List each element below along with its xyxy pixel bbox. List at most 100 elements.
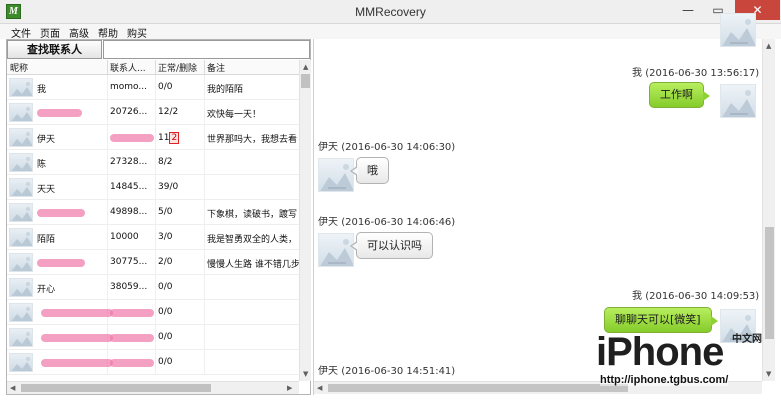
- minimize-button[interactable]: —: [674, 0, 702, 20]
- contact-note: 世界那吗大，我想去看: [207, 135, 298, 145]
- menu-buy[interactable]: 购买: [127, 25, 147, 40]
- contact-id: 20726...: [110, 107, 148, 117]
- landscape-placeholder-icon: [11, 207, 32, 221]
- find-contact-button[interactable]: 查找联系人: [7, 40, 102, 59]
- contact-id: 27328...: [110, 157, 148, 167]
- avatar-image: [9, 128, 33, 147]
- contacts-vertical-scrollbar[interactable]: ▲ ▼: [299, 60, 311, 381]
- redaction-mark: [110, 334, 154, 342]
- avatar-image: [9, 253, 33, 272]
- message-sender: 我 (2016-06-30 14:09:53): [632, 291, 760, 302]
- redaction-mark: [41, 359, 113, 367]
- contact-nickname: 陈: [37, 160, 47, 170]
- message-bubble[interactable]: 工作啊: [649, 82, 710, 108]
- redaction-mark: [41, 334, 113, 342]
- contacts-horizontal-scrollbar[interactable]: ◀ ▶: [7, 381, 299, 394]
- contact-note: 欢快每一天！: [207, 110, 262, 120]
- column-header-nickname[interactable]: 昵称: [10, 61, 105, 74]
- scroll-up-arrow-icon[interactable]: ▲: [303, 62, 308, 72]
- contacts-pane: 查找联系人 昵称 联系人... 正常/删除 备注 我 momo... 0/0 我的陌陌…: [6, 39, 311, 395]
- table-row[interactable]: 伊天 11 2 世界那吗大，我想去看: [7, 125, 299, 150]
- message-count: 0/0: [158, 282, 173, 292]
- contact-nickname: 我: [37, 85, 47, 95]
- contact-note: 慢慢人生路 谁不错几步: [207, 260, 299, 270]
- table-row[interactable]: 陈 27328... 8/2: [7, 150, 299, 175]
- message-sender: 伊天 (2016-06-30 14:06:30): [318, 142, 456, 153]
- table-row[interactable]: 0/0: [7, 325, 299, 350]
- table-row[interactable]: 30775... 2/0 慢慢人生路 谁不错几步: [7, 250, 299, 275]
- landscape-placeholder-icon: [11, 232, 32, 246]
- scrollbar-thumb[interactable]: [21, 384, 211, 392]
- watermark-url: http://iphone.tgbus.com/: [600, 374, 729, 386]
- contact-id: momo...: [110, 82, 147, 92]
- scroll-left-arrow-icon[interactable]: ◀: [317, 383, 322, 393]
- scrollbar-thumb[interactable]: [765, 227, 774, 339]
- message-bubble[interactable]: 哦: [350, 157, 389, 184]
- count-deleted-highlight: 2: [169, 132, 180, 144]
- landscape-placeholder-icon: [11, 182, 32, 196]
- avatar-image: [9, 153, 33, 172]
- table-header: 昵称 联系人... 正常/删除 备注: [7, 60, 299, 75]
- avatar-image: [9, 228, 33, 247]
- message-count: 0/0: [158, 357, 173, 367]
- redaction-mark: [37, 209, 85, 217]
- redaction-mark: [110, 309, 154, 317]
- menu-advanced[interactable]: 高级: [69, 25, 89, 40]
- avatar-image: [9, 353, 33, 372]
- message-count: 3/0: [158, 232, 173, 242]
- landscape-placeholder-icon: [320, 164, 353, 191]
- landscape-placeholder-icon: [11, 82, 32, 96]
- menu-help[interactable]: 帮助: [98, 25, 118, 40]
- scroll-up-arrow-icon[interactable]: ▲: [766, 41, 771, 51]
- contact-id: 14845...: [110, 182, 148, 192]
- scrollbar-thumb[interactable]: [328, 384, 628, 392]
- table-row[interactable]: 20726... 12/2 欢快每一天！: [7, 100, 299, 125]
- message-bubble[interactable]: 可以认识吗: [350, 232, 433, 259]
- contact-note: 我的陌陌: [207, 85, 244, 95]
- message-count: 12/2: [158, 107, 179, 117]
- message-count: 0/0: [158, 307, 173, 317]
- column-header-count[interactable]: 正常/删除: [158, 61, 206, 74]
- landscape-placeholder-icon: [722, 19, 755, 46]
- contact-id: 49898...: [110, 207, 148, 217]
- menu-file[interactable]: 文件: [11, 25, 31, 40]
- menu-bar: 文件 页面 高级 帮助 购买: [0, 24, 781, 40]
- message-sender: 伊天 (2016-06-30 14:51:41): [318, 366, 456, 377]
- contact-note: 下象棋，读破书，踱写: [207, 210, 298, 220]
- scroll-right-arrow-icon[interactable]: ▶: [287, 383, 292, 393]
- table-row[interactable]: 陌陌 10000 3/0 我是智勇双全的人类，: [7, 225, 299, 250]
- avatar-image: [9, 203, 33, 222]
- message-count: 0/0: [158, 332, 173, 342]
- column-header-contact[interactable]: 联系人...: [110, 61, 155, 74]
- scrollbar-thumb[interactable]: [301, 74, 310, 88]
- avatar-image: [9, 328, 33, 347]
- table-row[interactable]: 我 momo... 0/0 我的陌陌: [7, 75, 299, 100]
- message-count: 11 2: [158, 132, 203, 144]
- landscape-placeholder-icon: [320, 239, 353, 266]
- watermark-logo-cn: 中文网: [732, 334, 762, 345]
- column-header-note[interactable]: 备注: [207, 61, 297, 74]
- avatar-image: [9, 178, 33, 197]
- scroll-left-arrow-icon[interactable]: ◀: [10, 383, 15, 393]
- redaction-mark: [37, 259, 85, 267]
- redaction-mark: [41, 309, 113, 317]
- watermark-logo: iPhone: [596, 330, 724, 374]
- contact-id: 30775...: [110, 257, 148, 267]
- search-input[interactable]: [103, 40, 310, 59]
- menu-page[interactable]: 页面: [40, 25, 60, 40]
- table-row[interactable]: 天天 14845... 39/0: [7, 175, 299, 200]
- scroll-down-arrow-icon[interactable]: ▼: [303, 369, 308, 379]
- avatar-image: [9, 278, 33, 297]
- landscape-placeholder-icon: [11, 257, 32, 271]
- message-count: 5/0: [158, 207, 173, 217]
- contact-nickname: 天天: [37, 185, 56, 195]
- table-row[interactable]: 49898... 5/0 下象棋，读破书，踱写: [7, 200, 299, 225]
- landscape-placeholder-icon: [11, 107, 32, 121]
- table-row[interactable]: 开心 38059... 0/0: [7, 275, 299, 300]
- avatar-image: [720, 84, 756, 118]
- count-normal: 11: [158, 133, 170, 143]
- table-row[interactable]: 0/0: [7, 300, 299, 325]
- table-row[interactable]: 0/0: [7, 350, 299, 375]
- message-count: 8/2: [158, 157, 173, 167]
- message-count: 39/0: [158, 182, 179, 192]
